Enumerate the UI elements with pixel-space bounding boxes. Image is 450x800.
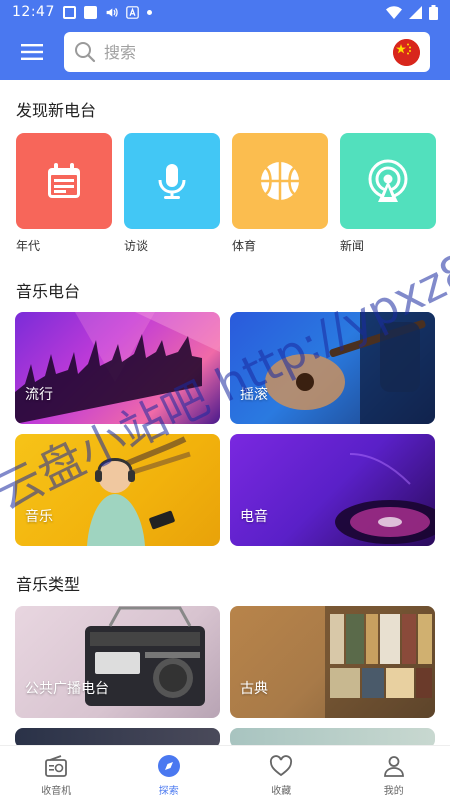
discover-tile-sports[interactable] <box>232 133 328 229</box>
nav-explore[interactable]: 探索 <box>113 746 226 800</box>
type-label-classical: 古典 <box>240 681 268 697</box>
more-notifications-dot <box>146 9 152 15</box>
retro-radio-image <box>85 606 205 706</box>
app-bar <box>0 24 450 80</box>
bottom-nav: 收音机 探索 收藏 我的 <box>0 745 450 800</box>
headphone-girl-image <box>87 436 191 546</box>
station-card-rock[interactable]: 摇滚 <box>230 312 435 424</box>
nav-label-favorites: 收藏 <box>271 786 292 797</box>
type-card-public-radio[interactable]: 公共广播电台 <box>15 606 220 718</box>
nav-radio[interactable]: 收音机 <box>0 746 113 800</box>
record-shelf-image <box>325 606 435 718</box>
discover-section-title: 发现新电台 <box>16 101 97 120</box>
menu-button[interactable] <box>0 24 64 80</box>
station-label-rock: 摇滚 <box>240 387 268 403</box>
station-label-music: 音乐 <box>25 509 53 525</box>
nav-favorites[interactable]: 收藏 <box>225 746 338 800</box>
compass-icon <box>157 755 180 777</box>
type-card-classical[interactable]: 古典 <box>230 606 435 718</box>
image-notification-icon <box>62 5 76 19</box>
radio-icon <box>45 755 68 777</box>
station-label-pop: 流行 <box>25 387 53 403</box>
nav-profile[interactable]: 我的 <box>338 746 450 800</box>
user-icon <box>383 756 404 777</box>
discover-label-interview: 访谈 <box>124 239 149 253</box>
station-card-music[interactable]: 音乐 <box>15 434 220 546</box>
basketball-icon <box>261 162 299 200</box>
discover-label-sports: 体育 <box>232 239 257 253</box>
search-input[interactable] <box>104 42 393 62</box>
calendar-icon <box>48 163 80 198</box>
microphone-icon <box>158 164 186 199</box>
text-notification-icon <box>126 5 139 19</box>
discover-label-era: 年代 <box>16 239 41 253</box>
station-card-pop[interactable]: 流行 <box>15 312 220 424</box>
music-stations-title: 音乐电台 <box>16 282 81 301</box>
guitarist-image <box>265 312 435 424</box>
discover-tile-news[interactable] <box>340 133 436 229</box>
station-label-electronic: 电音 <box>240 509 268 525</box>
hamburger-icon <box>21 44 43 60</box>
type-label-public-radio: 公共广播电台 <box>25 681 109 697</box>
station-card-electronic[interactable]: 电音 <box>230 434 435 546</box>
nav-label-radio: 收音机 <box>41 786 72 797</box>
status-time: 12:47 <box>12 4 55 20</box>
china-flag-icon[interactable] <box>393 38 420 66</box>
search-icon <box>75 42 96 63</box>
volume-icon <box>106 7 118 17</box>
nav-label-explore: 探索 <box>158 786 179 797</box>
signal-icon <box>409 5 422 19</box>
wifi-icon <box>386 5 402 19</box>
nav-label-profile: 我的 <box>383 786 404 797</box>
broadcast-icon <box>368 159 408 202</box>
search-box[interactable] <box>64 32 430 72</box>
battery-icon <box>429 4 438 20</box>
square-notification-icon <box>83 5 97 19</box>
concert-crowd-image <box>15 312 220 424</box>
music-types-title: 音乐类型 <box>16 575 81 594</box>
discover-label-news: 新闻 <box>340 239 365 253</box>
heart-icon <box>270 755 293 777</box>
dj-turntable-image <box>335 453 435 544</box>
discover-tile-interview[interactable] <box>124 133 220 229</box>
status-bar: 12:47 <box>0 0 450 24</box>
discover-tile-era[interactable] <box>16 133 112 229</box>
